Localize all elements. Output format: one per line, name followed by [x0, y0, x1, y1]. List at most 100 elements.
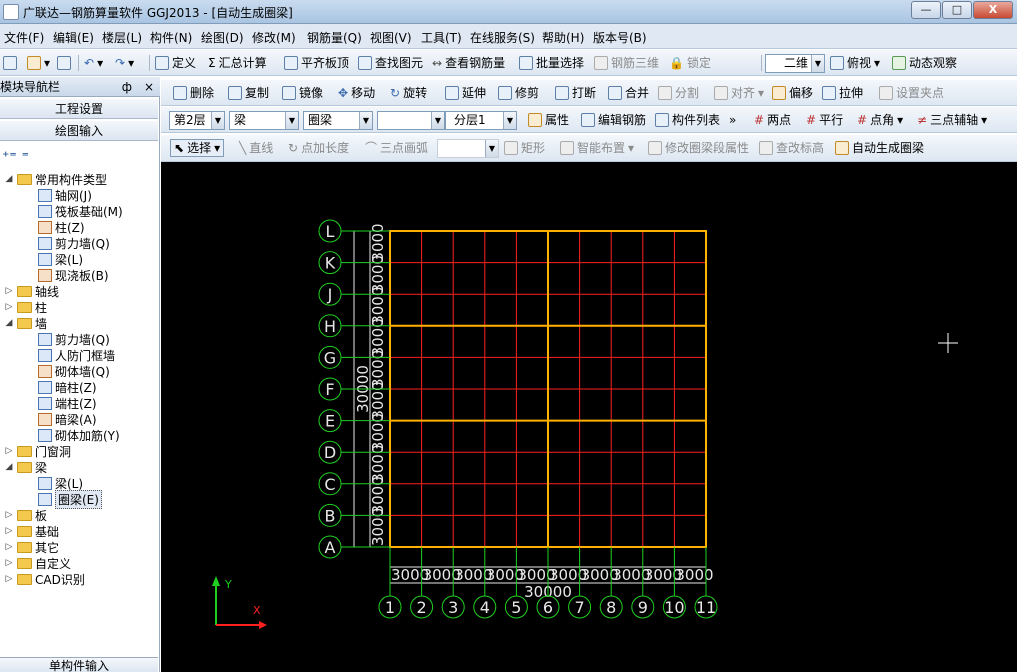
expand-arrow-icon[interactable]: ▷: [4, 526, 14, 536]
expand-arrow-icon[interactable]: ▷: [4, 302, 14, 312]
close-button[interactable]: X: [973, 1, 1013, 19]
expand-arrow-icon[interactable]: ▷: [4, 558, 14, 568]
tree-folder[interactable]: ◢ 常用构件类型: [4, 171, 107, 187]
mirror-button[interactable]: 镜像: [282, 84, 323, 102]
define-button[interactable]: 定义: [155, 54, 196, 72]
tree-folder[interactable]: ◢ 墙: [4, 315, 47, 331]
category-select[interactable]: 梁 ▼: [229, 111, 299, 130]
menu-version[interactable]: 版本号(B): [593, 29, 647, 46]
properties-button[interactable]: 属性: [528, 111, 569, 129]
menu-tools[interactable]: 工具(T): [421, 29, 462, 46]
tree-item[interactable]: 圈梁(E): [38, 489, 102, 509]
element-select[interactable]: ▼: [377, 111, 445, 130]
arc-mode-select[interactable]: ▼: [437, 139, 499, 158]
tree-item[interactable]: 梁(L): [38, 251, 83, 267]
element-list-button[interactable]: 构件列表: [655, 111, 720, 129]
collapse-arrow-icon[interactable]: ◢: [4, 174, 14, 184]
tree-folder[interactable]: ▷ 柱: [4, 299, 47, 315]
rotate-button[interactable]: ↻ 旋转: [390, 84, 427, 102]
menu-floor[interactable]: 楼层(L): [102, 29, 142, 46]
stretch-button[interactable]: 拉伸: [822, 84, 863, 102]
menu-view[interactable]: 视图(V): [370, 29, 412, 46]
floor-select[interactable]: 第2层 ▼: [169, 111, 225, 130]
view-mode-select[interactable]: 二维 ▼: [765, 54, 825, 73]
tree-item[interactable]: 人防门框墙: [38, 347, 115, 363]
tree-folder[interactable]: ▷ 轴线: [4, 283, 59, 299]
break-button[interactable]: 打断: [555, 84, 596, 102]
undo-icon[interactable]: ↶ ▾: [84, 54, 103, 72]
menu-draw[interactable]: 绘图(D): [201, 29, 244, 46]
tree-item[interactable]: 柱(Z): [38, 219, 85, 235]
tree-item[interactable]: 剪力墙(Q): [38, 235, 110, 251]
sum-calc-button[interactable]: Σ 汇总计算: [208, 54, 267, 72]
view-elevation-button[interactable]: 查改标高: [759, 139, 824, 157]
tree-expand-collapse-icon[interactable]: ⁺⁼ ⁼: [2, 149, 29, 165]
two-points-button[interactable]: # 两点: [754, 111, 791, 129]
cad-drawing[interactable]: 3000300030003000300030003000300030003000…: [161, 162, 1017, 672]
tree-folder[interactable]: ▷ CAD识别: [4, 571, 85, 587]
save-icon[interactable]: [57, 54, 71, 72]
tree-item[interactable]: 剪力墙(Q): [38, 331, 110, 347]
menu-rebar-qty[interactable]: 钢筋量(Q): [307, 29, 362, 46]
offset-button[interactable]: 偏移: [772, 84, 813, 102]
tree-folder[interactable]: ▷ 门窗洞: [4, 443, 71, 459]
tree-folder[interactable]: ▷ 其它: [4, 539, 59, 555]
tree-item[interactable]: 砌体加筋(Y): [38, 427, 120, 443]
tree-folder[interactable]: ◢ 梁: [4, 459, 47, 475]
menu-file[interactable]: 文件(F): [4, 29, 44, 46]
pin-icon[interactable]: ф: [122, 77, 132, 97]
rebar-3d-button[interactable]: 钢筋三维: [594, 54, 659, 72]
point-angle-button[interactable]: # 点角 ▾: [857, 111, 903, 129]
collapse-arrow-icon[interactable]: ◢: [4, 318, 14, 328]
tree-item[interactable]: 暗柱(Z): [38, 379, 97, 395]
rectangle-button[interactable]: 矩形: [504, 139, 545, 157]
menu-online-service[interactable]: 在线服务(S): [470, 29, 535, 46]
tree-item[interactable]: 轴网(J): [38, 187, 92, 203]
expand-arrow-icon[interactable]: ▷: [4, 286, 14, 296]
more-icon[interactable]: »: [729, 111, 736, 129]
tree-folder[interactable]: ▷ 板: [4, 507, 47, 523]
expand-arrow-icon[interactable]: ▷: [4, 574, 14, 584]
project-settings-button[interactable]: 工程设置: [0, 99, 158, 119]
view-rebar-qty-button[interactable]: ↭ 查看钢筋量: [432, 54, 505, 72]
edit-rebar-button[interactable]: 编辑钢筋: [581, 111, 646, 129]
smart-layout-button[interactable]: 智能布置 ▾: [560, 139, 634, 157]
open-file-icon[interactable]: ▾: [27, 54, 50, 72]
tree-item[interactable]: 现浇板(B): [38, 267, 109, 283]
tree-item[interactable]: 暗梁(A): [38, 411, 97, 427]
redo-icon[interactable]: ↷ ▾: [115, 54, 134, 72]
select-button[interactable]: ⬉ 选择 ▾: [170, 139, 225, 157]
dynamic-observe-button[interactable]: 动态观察: [892, 54, 957, 72]
single-input-button[interactable]: 单构件输入: [0, 657, 158, 672]
delete-button[interactable]: 删除: [173, 84, 214, 102]
move-button[interactable]: ✥ 移动: [338, 84, 375, 102]
menu-edit[interactable]: 编辑(E): [53, 29, 94, 46]
point-length-button[interactable]: ↻ 点加长度: [288, 139, 349, 157]
copy-button[interactable]: 复制: [228, 84, 269, 102]
tree-item[interactable]: 筏板基础(M): [38, 203, 123, 219]
close-icon[interactable]: ×: [144, 77, 154, 97]
line-button[interactable]: ╲ 直线: [239, 139, 273, 157]
restore-button[interactable]: □: [942, 1, 972, 19]
expand-arrow-icon[interactable]: ▷: [4, 542, 14, 552]
menu-help[interactable]: 帮助(H): [542, 29, 584, 46]
type-select[interactable]: 圈梁 ▼: [303, 111, 373, 130]
extend-button[interactable]: 延伸: [445, 84, 486, 102]
trim-button[interactable]: 修剪: [498, 84, 539, 102]
batch-select-button[interactable]: 批量选择: [519, 54, 584, 72]
set-grip-button[interactable]: 设置夹点: [879, 84, 944, 102]
expand-arrow-icon[interactable]: ▷: [4, 510, 14, 520]
layer-select[interactable]: 分层1 ▼: [445, 111, 517, 130]
align-button[interactable]: 对齐 ▾: [714, 84, 764, 102]
drawing-input-button[interactable]: 绘图输入: [0, 121, 158, 141]
three-point-arc-button[interactable]: ⌒ 三点画弧: [365, 139, 428, 157]
top-view-button[interactable]: 俯视 ▾: [830, 54, 880, 72]
tree-item[interactable]: 砌体墙(Q): [38, 363, 110, 379]
lock-button[interactable]: 🔒 锁定: [669, 54, 711, 72]
menu-modify[interactable]: 修改(M): [252, 29, 296, 46]
modify-segment-props-button[interactable]: 修改圈梁段属性: [648, 139, 749, 157]
tree-item[interactable]: 端柱(Z): [38, 395, 97, 411]
merge-button[interactable]: 合并: [608, 84, 649, 102]
split-button[interactable]: 分割: [658, 84, 699, 102]
drawing-canvas[interactable]: 3000 3000 3000 3000 3000 3000 3000 3000 3000 3000…: [161, 162, 1017, 672]
